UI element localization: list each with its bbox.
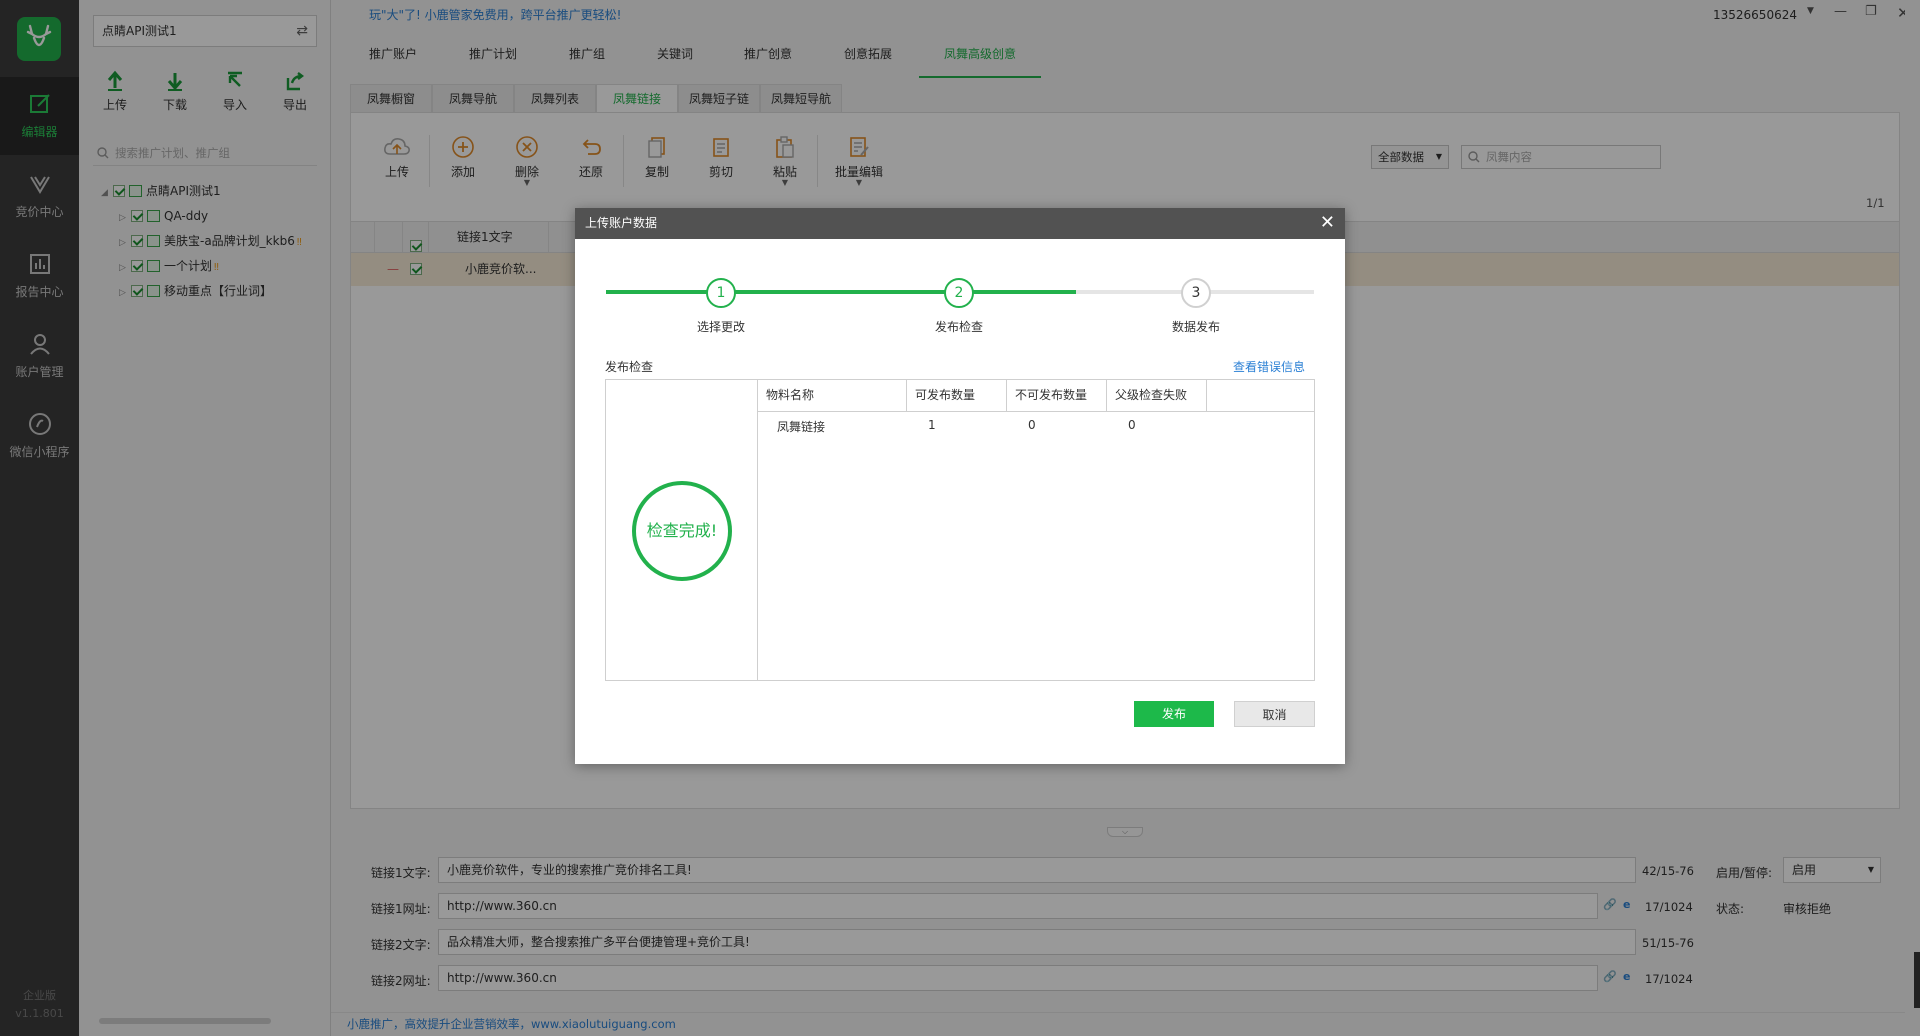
step-3-node: 3: [1181, 278, 1211, 308]
col-material-name: 物料名称: [758, 380, 907, 412]
view-errors-link[interactable]: 查看错误信息: [1233, 358, 1305, 375]
step-progress: 1 选择更改 2 发布检查 3 数据发布: [606, 270, 1314, 334]
row-publishable: 1: [928, 418, 936, 432]
close-icon[interactable]: ✕: [1320, 208, 1335, 238]
check-status-cell: 检查完成!: [606, 380, 758, 680]
check-result-box: 检查完成! 物料名称 可发布数量 不可发布数量 父级检查失败 凤舞链接 1 0 …: [605, 379, 1315, 681]
dialog-title: 上传账户数据: [585, 216, 658, 230]
row-material-name: 凤舞链接: [777, 420, 826, 434]
step-3-label: 数据发布: [1171, 320, 1220, 334]
upload-dialog: 上传账户数据 ✕ 1 选择更改 2 发布检查 3 数据发布 发布检查 查看错误信…: [575, 208, 1345, 764]
step-2-node: 2: [944, 278, 974, 308]
step-2-label: 发布检查: [934, 320, 983, 334]
col-parent-fail: 父级检查失败: [1107, 380, 1207, 412]
progress-line-done: [606, 290, 1076, 294]
check-complete-badge: 检查完成!: [632, 481, 732, 581]
col-publishable: 可发布数量: [907, 380, 1007, 412]
step-1-node: 1: [706, 278, 736, 308]
step-1-label: 选择更改: [696, 320, 745, 334]
dialog-header: 上传账户数据 ✕: [575, 208, 1345, 239]
section-title: 发布检查: [605, 360, 654, 374]
row-unpublishable: 0: [1028, 418, 1036, 432]
publish-button[interactable]: 发布: [1134, 701, 1214, 727]
col-unpublishable: 不可发布数量: [1007, 380, 1107, 412]
row-parent-fail: 0: [1128, 418, 1136, 432]
col-empty: [1207, 380, 1314, 412]
cancel-button[interactable]: 取消: [1234, 701, 1315, 727]
